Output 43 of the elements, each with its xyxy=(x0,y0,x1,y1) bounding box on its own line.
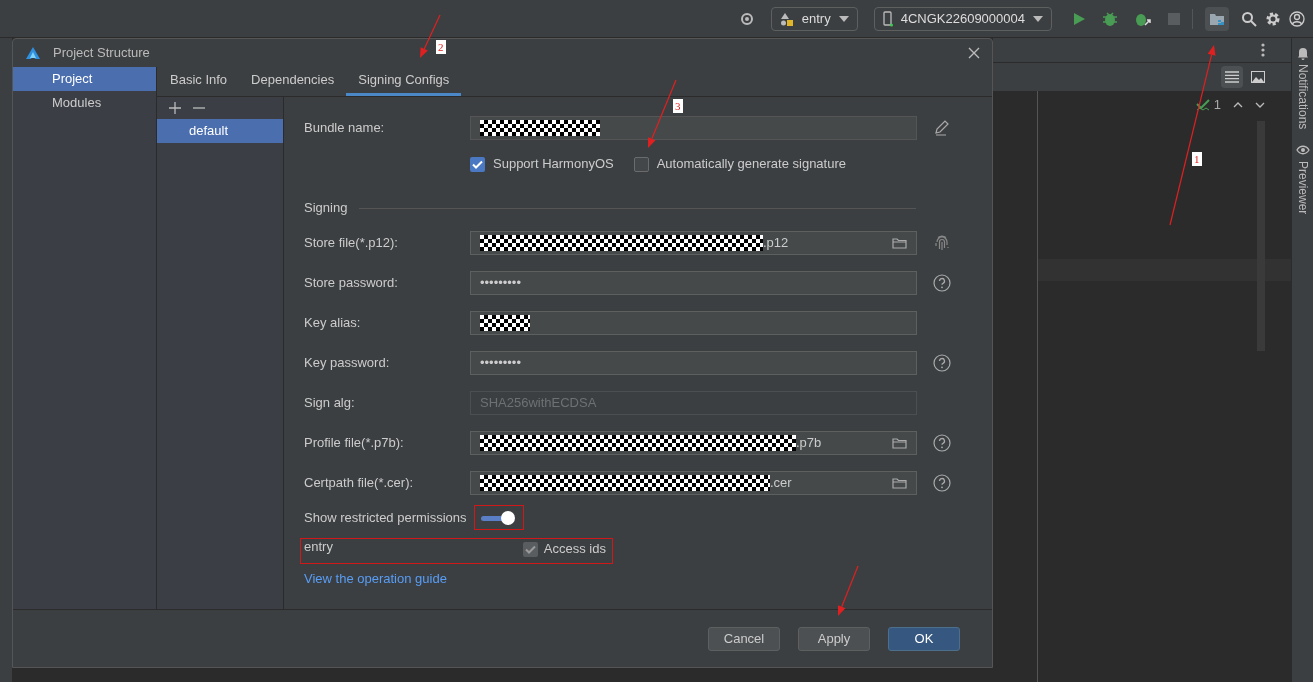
field-label: Key alias: xyxy=(304,314,362,333)
module-name: entry xyxy=(304,538,333,557)
field-label: Store file(*.p12): xyxy=(304,234,399,253)
config-item[interactable]: default xyxy=(157,119,283,143)
dialog-button[interactable]: OK xyxy=(888,626,960,651)
input-field[interactable]: .p7b xyxy=(470,431,917,455)
tab[interactable]: Signing Configs xyxy=(346,66,462,96)
annotation-number: 3 xyxy=(673,99,683,113)
tool-window-button[interactable]: Previewer xyxy=(1293,143,1312,215)
field-label: Sign alg: xyxy=(304,394,356,413)
input-field[interactable]: ••••••••• xyxy=(470,351,917,375)
field-label: Store password: xyxy=(304,274,399,293)
checkbox-label: Access ids xyxy=(543,540,606,559)
nav-item[interactable]: Project xyxy=(13,67,156,91)
tool-window-button[interactable]: Notifications xyxy=(1293,46,1312,130)
checkbox-label: Automatically generate signature xyxy=(656,155,846,174)
device-dropdown[interactable]: 4CNGK22609000004 xyxy=(873,6,1052,31)
field-value: ••••••••• xyxy=(480,354,521,373)
field-value: ••••••••• xyxy=(480,274,521,293)
input-field[interactable]: .p12 xyxy=(470,231,917,255)
section-title: Signing xyxy=(304,199,348,218)
field-label: Bundle name: xyxy=(304,119,386,138)
input-field[interactable]: ••••••••• xyxy=(470,271,917,295)
problem-count: 1 xyxy=(1213,96,1221,115)
tab[interactable]: Dependencies xyxy=(239,66,347,96)
operation-guide-link[interactable]: View the operation guide xyxy=(304,569,447,589)
dialog-button[interactable]: Apply xyxy=(798,626,870,651)
field-label: Certpath file(*.cer): xyxy=(304,474,415,493)
dialog-button[interactable]: Cancel xyxy=(708,626,780,651)
dialog-title: Project Structure xyxy=(53,44,150,63)
input-field[interactable]: .cer xyxy=(470,471,917,495)
nav-item[interactable]: Modules xyxy=(13,91,156,115)
annotation-number: 1 xyxy=(1192,152,1202,166)
field-label: Profile file(*.p7b): xyxy=(304,434,405,453)
annotation-number: 2 xyxy=(436,40,446,54)
field-label: Key password: xyxy=(304,354,391,373)
field-value: .cer xyxy=(770,474,792,493)
toggle-label: Show restricted permissions xyxy=(304,509,467,528)
run-config-dropdown[interactable]: entry xyxy=(770,6,858,31)
field-value: .p12 xyxy=(763,234,789,253)
field-value: .p7b xyxy=(796,434,822,453)
checkbox-label: Support HarmonyOS xyxy=(493,155,614,174)
tab[interactable]: Basic Info xyxy=(158,66,240,96)
